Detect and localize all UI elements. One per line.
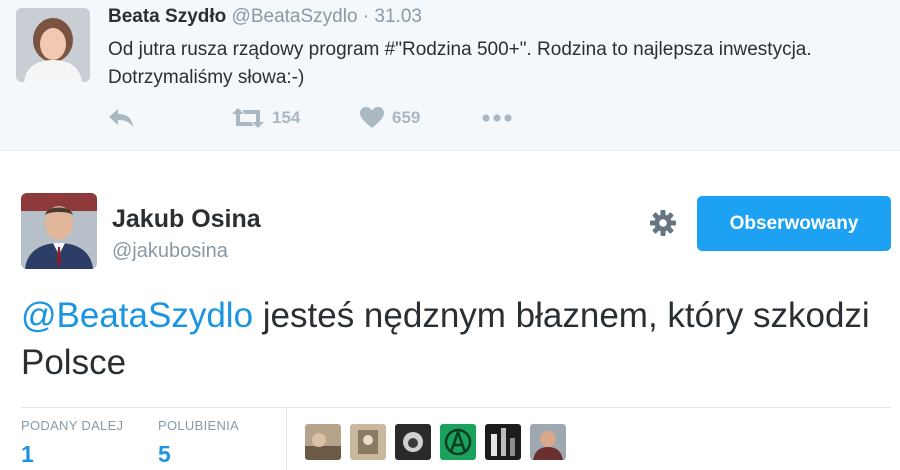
mention-link[interactable]: @BeataSzydlo (21, 296, 253, 335)
author-name[interactable]: Beata Szydło (108, 6, 226, 27)
reply-icon (108, 108, 134, 128)
liker-avatar[interactable] (485, 424, 521, 460)
likes-stat[interactable]: POLUBIENIA 5 (158, 418, 239, 468)
liker-avatar[interactable] (305, 424, 341, 460)
tweet-date[interactable]: 31.03 (374, 6, 422, 27)
liker-avatar[interactable] (440, 424, 476, 460)
retweet-count: 154 (272, 108, 301, 127)
likes-label: POLUBIENIA (158, 418, 240, 433)
retweets-stat[interactable]: PODANY DALEJ 1 (21, 418, 123, 468)
author-handle[interactable]: @BeataSzydlo (232, 6, 358, 27)
tweet-text: @BeataSzydlo jesteś nędznym błaznem, któ… (21, 292, 881, 386)
retweet-button[interactable]: 154 (232, 104, 300, 132)
parent-tweet-header: Beata Szydło @BeataSzydlo · 31.03 (108, 6, 422, 28)
reply-button[interactable] (108, 104, 134, 132)
more-button[interactable] (482, 104, 512, 132)
avatar[interactable] (16, 8, 90, 82)
author-name[interactable]: Jakub Osina (112, 205, 261, 234)
liker-avatar[interactable] (395, 424, 431, 460)
retweets-value: 1 (21, 441, 34, 467)
divider (286, 408, 287, 470)
like-count: 659 (392, 108, 421, 127)
likes-value: 5 (158, 441, 171, 467)
retweet-icon (232, 107, 264, 129)
gear-icon (649, 209, 677, 242)
avatar[interactable] (21, 193, 97, 269)
heart-icon (360, 107, 384, 129)
retweets-label: PODANY DALEJ (21, 418, 124, 433)
liker-avatar[interactable] (350, 424, 386, 460)
more-dots-icon (482, 114, 512, 122)
like-button[interactable]: 659 (360, 104, 420, 132)
parent-tweet[interactable]: Beata Szydło @BeataSzydlo · 31.03 Od jut… (0, 0, 900, 151)
divider (21, 407, 891, 408)
parent-tweet-text: Od jutra rusza rządowy program #"Rodzina… (108, 39, 812, 88)
separator-dot: · (362, 6, 370, 27)
liker-avatar[interactable] (530, 424, 566, 460)
author-handle[interactable]: @jakubosina (112, 240, 228, 263)
follow-button[interactable]: Obserwowany (697, 196, 891, 251)
user-actions-button[interactable] (648, 209, 678, 242)
